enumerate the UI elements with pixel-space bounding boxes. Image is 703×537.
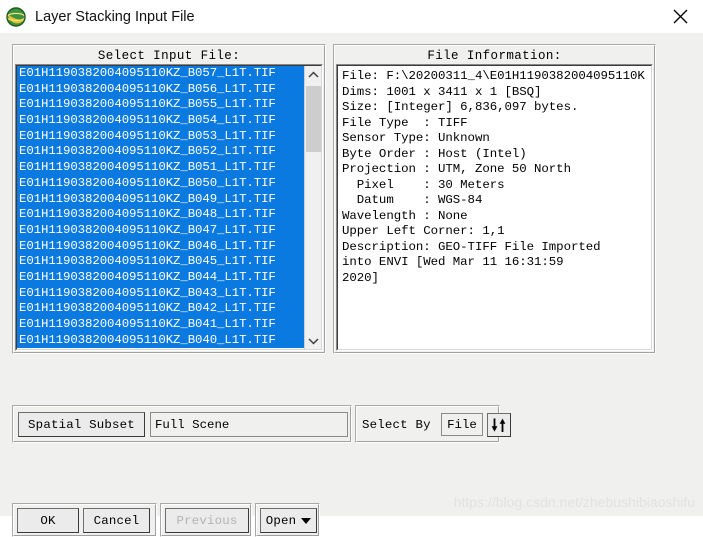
select-by-group: Select By File [355, 405, 511, 443]
spatial-subset-button[interactable]: Spatial Subset [18, 412, 145, 437]
ok-button[interactable]: OK [17, 508, 79, 533]
file-list-item[interactable]: E01H1190382004095110KZ_B052_L1T.TIF [17, 144, 304, 161]
file-list-item[interactable]: E01H1190382004095110KZ_B050_L1T.TIF [17, 175, 304, 192]
file-information-line: Datum : WGS-84 [342, 193, 483, 207]
file-list-item[interactable]: E01H1190382004095110KZ_B049_L1T.TIF [17, 191, 304, 208]
file-list-item[interactable]: E01H1190382004095110KZ_B048_L1T.TIF [17, 207, 304, 223]
select-input-file-panel: Select Input File: E01H1190382004095110K… [12, 44, 326, 354]
layer-stacking-dialog: Select Input File: E01H1190382004095110K… [0, 33, 703, 537]
file-list-scrollbar[interactable] [304, 66, 321, 349]
caret-down-icon [301, 517, 312, 524]
file-list-item[interactable]: E01H1190382004095110KZ_B044_L1T.TIF [17, 269, 304, 286]
cancel-button[interactable]: Cancel [83, 508, 150, 533]
file-information-line: Dims: 1001 x 3411 x 1 [BSQ] [342, 84, 542, 99]
file-information-line: Size: [Integer] 6,836,097 bytes. [342, 100, 579, 114]
file-information-line: Sensor Type: Unknown [342, 131, 490, 145]
file-information-line: File: F:\20200311_4\E01H1190382004095110… [342, 69, 645, 83]
window-title: Layer Stacking Input File [35, 8, 195, 25]
file-information-line: Upper Left Corner: 1,1 [342, 224, 505, 238]
file-information-line: Projection : UTM, Zone 50 North [342, 162, 571, 176]
file-list-item[interactable]: E01H1190382004095110KZ_B042_L1T.TIF [17, 301, 304, 317]
file-list[interactable]: E01H1190382004095110KZ_B057_L1T.TIF E01H1… [17, 66, 304, 349]
file-information-line: 2020] [342, 270, 379, 285]
chevron-down-icon[interactable] [305, 332, 321, 349]
watermark-text: https://blog.csdn.net/zhebushibiaoshifu [453, 494, 695, 510]
window-titlebar: Layer Stacking Input File [0, 0, 703, 34]
ok-cancel-group: OK Cancel [12, 503, 157, 537]
previous-button: Previous [165, 508, 249, 533]
sort-updown-icon[interactable] [487, 413, 511, 437]
file-list-item[interactable]: E01H1190382004095110KZ_B041_L1T.TIF [17, 317, 304, 333]
open-group: Open [255, 503, 320, 537]
file-list-item[interactable]: E01H1190382004095110KZ_B055_L1T.TIF [17, 97, 304, 114]
envi-globe-icon [5, 6, 27, 28]
file-information-line: Byte Order : Host (Intel) [342, 146, 527, 161]
file-information-line: into ENVI [Wed Mar 11 16:31:59 [342, 255, 564, 269]
file-information-line: Wavelength : None [342, 208, 468, 223]
open-button[interactable]: Open [260, 508, 317, 533]
scrollbar-thumb[interactable] [306, 86, 321, 152]
file-list-item[interactable]: E01H1190382004095110KZ_B040_L1T.TIF [17, 332, 304, 349]
file-list-item[interactable]: E01H1190382004095110KZ_B045_L1T.TIF [17, 254, 304, 270]
select-input-file-label: Select Input File: [97, 49, 241, 63]
previous-group: Previous [160, 503, 252, 537]
spatial-subset-group: Spatial Subset Full Scene [12, 405, 352, 443]
file-list-item[interactable]: E01H1190382004095110KZ_B053_L1T.TIF [17, 128, 304, 145]
select-by-value[interactable]: File [441, 413, 483, 436]
file-information-panel: File Information: File: F:\20200311_4\E0… [333, 44, 656, 354]
file-information-label: File Information: [427, 49, 562, 63]
chevron-up-icon[interactable] [305, 66, 321, 83]
close-icon[interactable] [657, 0, 703, 33]
file-list-item[interactable]: E01H1190382004095110KZ_B054_L1T.TIF [17, 113, 304, 129]
select-by-label: Select By [362, 418, 431, 432]
file-information-line: File Type : TIFF [342, 115, 468, 130]
spatial-extent-field[interactable]: Full Scene [150, 412, 348, 437]
file-list-item[interactable]: E01H1190382004095110KZ_B056_L1T.TIF [17, 81, 304, 98]
file-information-line: Description: GEO-TIFF File Imported [342, 239, 601, 254]
file-listbox[interactable]: E01H1190382004095110KZ_B057_L1T.TIF E01H1… [15, 64, 323, 351]
file-list-item[interactable]: E01H1190382004095110KZ_B043_L1T.TIF [17, 285, 304, 302]
file-list-item[interactable]: E01H1190382004095110KZ_B051_L1T.TIF [17, 160, 304, 176]
file-information-box: File: F:\20200311_4\E01H1190382004095110… [336, 64, 653, 351]
file-list-item[interactable]: E01H1190382004095110KZ_B057_L1T.TIF [17, 66, 304, 82]
file-list-item[interactable]: E01H1190382004095110KZ_B047_L1T.TIF [17, 222, 304, 239]
file-information-text: File: F:\20200311_4\E01H1190382004095110… [338, 66, 651, 288]
file-information-line: Pixel : 30 Meters [342, 177, 505, 192]
file-list-item[interactable]: E01H1190382004095110KZ_B046_L1T.TIF [17, 238, 304, 255]
